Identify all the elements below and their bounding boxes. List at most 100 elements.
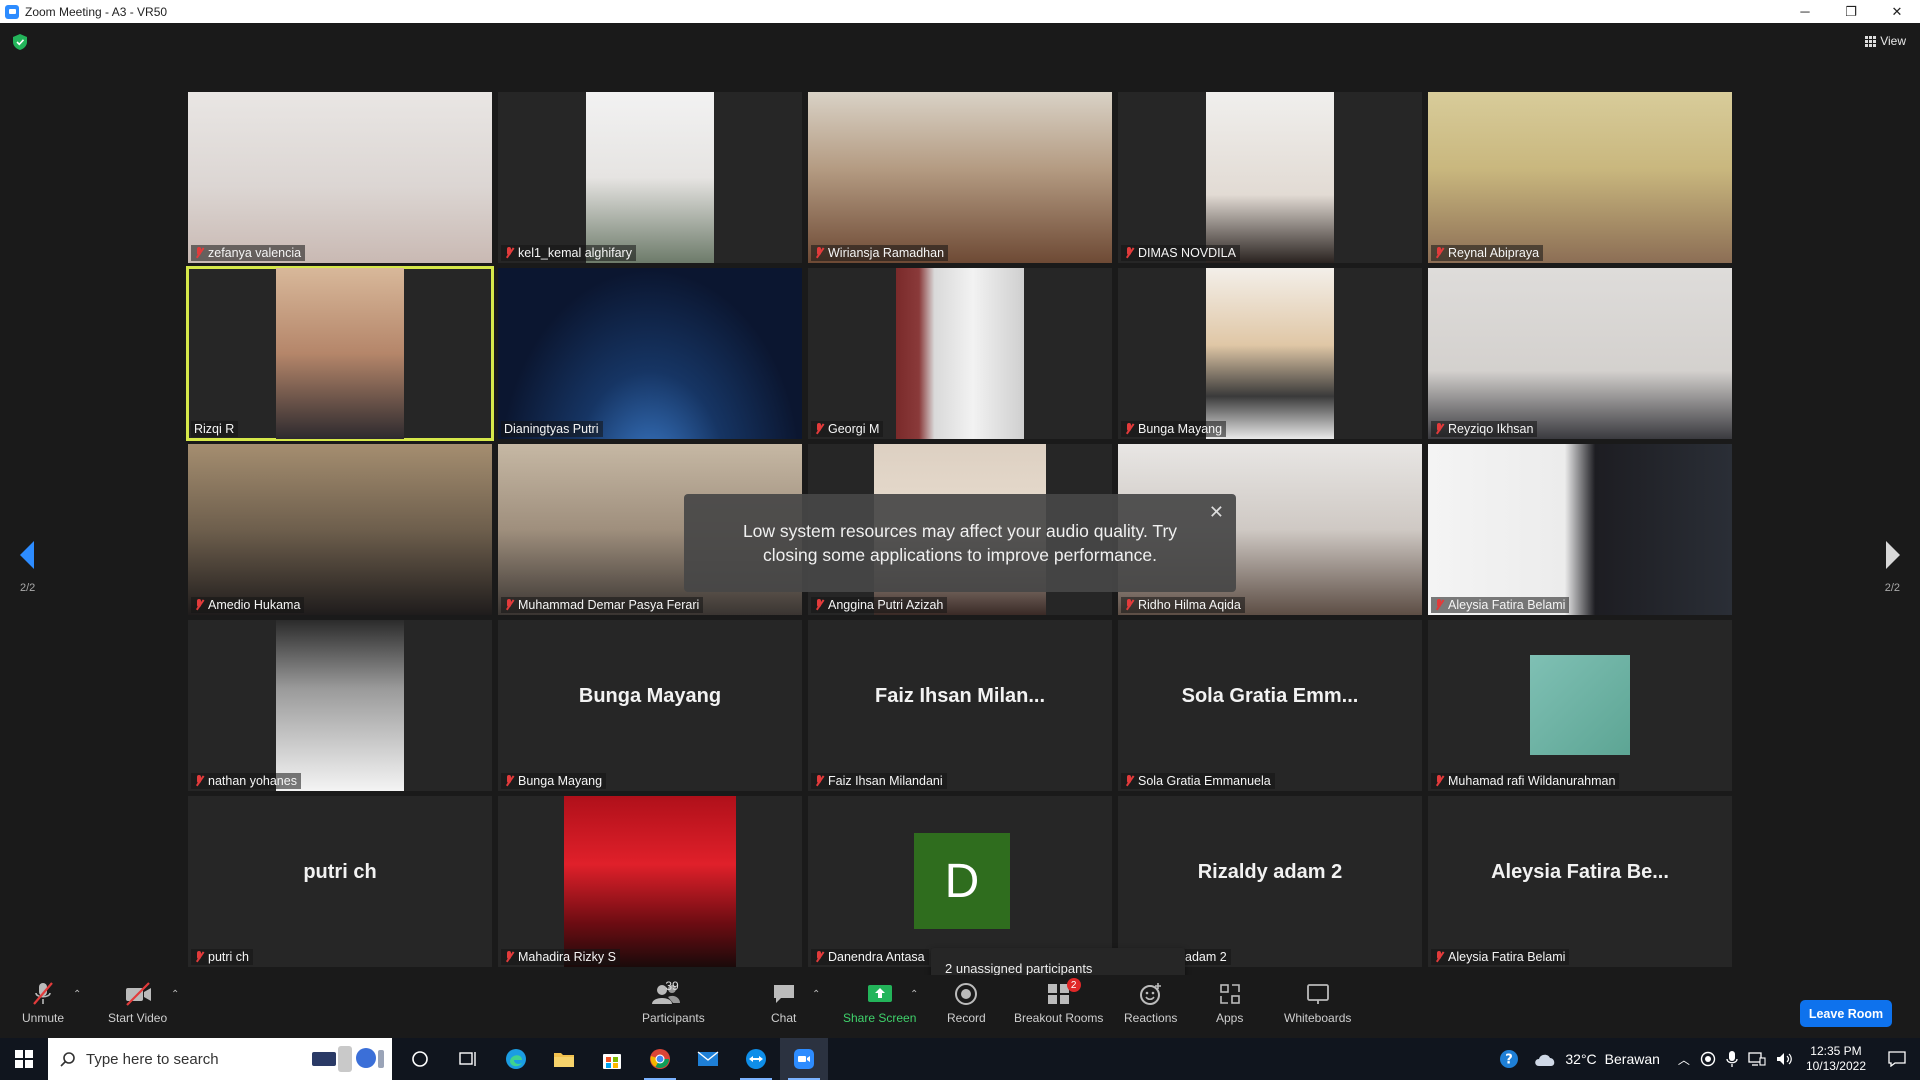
- clock-time: 12:35 PM: [1810, 1044, 1862, 1058]
- show-hidden-icons-chevron-icon[interactable]: ︿: [1678, 1051, 1690, 1068]
- participant-name-label: Mahadira Rizky S: [501, 949, 620, 965]
- breakout-rooms-button[interactable]: 2 Breakout Rooms: [1014, 978, 1104, 1025]
- mail-taskbar-button[interactable]: [684, 1038, 732, 1080]
- participant-tile[interactable]: Sola Gratia Emm... Sola Gratia Emmanuela: [1118, 620, 1422, 791]
- participant-name-label: Wiriansja Ramadhan: [811, 245, 949, 261]
- participant-tile[interactable]: Bunga Mayang Bunga Mayang: [498, 620, 802, 791]
- notification-close-icon[interactable]: ✕: [1209, 500, 1224, 524]
- action-center-button[interactable]: [1882, 1051, 1912, 1067]
- participant-tile[interactable]: DIMAS NOVDILA: [1118, 92, 1422, 263]
- taskbar-search-box[interactable]: Type here to search: [48, 1038, 392, 1080]
- whiteboard-icon: [1306, 984, 1329, 1004]
- cortana-button[interactable]: [396, 1038, 444, 1080]
- participant-tile[interactable]: Reynal Abipraya: [1428, 92, 1732, 263]
- participant-name-label: zefanya valencia: [191, 245, 306, 261]
- share-screen-button[interactable]: Share Screen: [843, 981, 916, 1025]
- taskbar-clock[interactable]: 12:35 PM 10/13/2022: [1806, 1044, 1866, 1074]
- participant-name-text: nathan yohanes: [208, 774, 297, 788]
- participant-name-text: Georgi M: [828, 422, 880, 436]
- tray-icons: ︿: [1678, 1050, 1794, 1068]
- svg-text:?: ?: [1506, 1053, 1514, 1068]
- participant-tile[interactable]: kel1_kemal alghifary: [498, 92, 802, 263]
- minimize-button[interactable]: ─: [1782, 0, 1828, 23]
- participant-tile[interactable]: Aleysia Fatira Be... Aleysia Fatira Belam…: [1428, 796, 1732, 967]
- next-page-arrow-icon[interactable]: [1882, 541, 1902, 569]
- participant-tile[interactable]: nathan yohanes: [188, 620, 492, 791]
- participant-display-name: Faiz Ihsan Milan...: [874, 685, 1046, 707]
- participant-tile[interactable]: Rizqi R: [186, 266, 494, 441]
- chat-label: Chat: [771, 1011, 797, 1025]
- microsoft-store-button[interactable]: [588, 1038, 636, 1080]
- muted-microphone-icon: [194, 775, 204, 787]
- chat-button[interactable]: Chat: [771, 981, 796, 1025]
- edge-taskbar-button[interactable]: [492, 1038, 540, 1080]
- participant-tile[interactable]: Mahadira Rizky S: [498, 796, 802, 967]
- participant-tile[interactable]: putri ch putri ch: [188, 796, 492, 967]
- muted-microphone-icon: [1124, 775, 1134, 787]
- network-icon[interactable]: [1748, 1051, 1766, 1067]
- record-indicator-icon[interactable]: [1700, 1051, 1716, 1067]
- leave-room-button[interactable]: Leave Room: [1800, 1000, 1892, 1027]
- whiteboards-button[interactable]: Whiteboards: [1284, 981, 1351, 1025]
- participant-avatar: D: [914, 833, 1010, 929]
- muted-microphone-icon: [1124, 423, 1134, 435]
- chrome-taskbar-button[interactable]: [636, 1038, 684, 1080]
- breakout-rooms-label: Breakout Rooms: [1014, 1011, 1104, 1025]
- audio-options-caret-icon[interactable]: ⌃: [73, 989, 81, 1000]
- mail-envelope-icon: [697, 1051, 719, 1066]
- share-options-caret-icon[interactable]: ⌃: [910, 989, 918, 1000]
- participant-name-label: Muhamad rafi Wildanurahman: [1431, 773, 1620, 789]
- participant-tile[interactable]: Bunga Mayang: [1118, 268, 1422, 439]
- record-icon: [955, 983, 978, 1005]
- apps-button[interactable]: Apps: [1216, 981, 1243, 1025]
- volume-speaker-icon[interactable]: [1776, 1051, 1794, 1067]
- participant-tile[interactable]: zefanya valencia: [188, 92, 492, 263]
- microphone-tray-icon[interactable]: [1726, 1050, 1738, 1068]
- close-button[interactable]: ✕: [1874, 0, 1920, 23]
- participant-name-label: Aleysia Fatira Belami: [1431, 597, 1570, 613]
- cloud-weather-icon: [1535, 1054, 1555, 1066]
- participant-video: [1428, 268, 1732, 439]
- participant-name-text: Danendra Antasa: [828, 950, 925, 964]
- windows-taskbar: Type here to search ? 32°C Berawan ︿ 12:…: [0, 1038, 1920, 1080]
- chat-options-caret-icon[interactable]: ⌃: [812, 989, 820, 1000]
- grid-view-icon: [1865, 35, 1877, 47]
- previous-page-arrow-icon[interactable]: [18, 541, 38, 569]
- windows-logo-icon: [15, 1050, 33, 1068]
- reactions-button[interactable]: Reactions: [1124, 981, 1177, 1025]
- weather-widget[interactable]: 32°C Berawan: [1533, 1051, 1660, 1067]
- video-options-caret-icon[interactable]: ⌃: [171, 989, 179, 1000]
- help-tray[interactable]: ?: [1499, 1049, 1519, 1069]
- participant-tile[interactable]: Muhamad rafi Wildanurahman: [1428, 620, 1732, 791]
- participant-tile[interactable]: D Danendra Antasa: [808, 796, 1112, 967]
- participant-tile[interactable]: Georgi M: [808, 268, 1112, 439]
- participant-tile[interactable]: Amedio Hukama: [188, 444, 492, 615]
- encryption-shield-icon[interactable]: [13, 34, 27, 50]
- participant-profile-picture: [1530, 655, 1630, 755]
- file-explorer-button[interactable]: [540, 1038, 588, 1080]
- folder-icon: [554, 1053, 574, 1067]
- participant-tile[interactable]: Aleysia Fatira Belami: [1428, 444, 1732, 615]
- task-view-button[interactable]: [444, 1038, 492, 1080]
- view-button[interactable]: View: [1865, 34, 1906, 48]
- participants-button[interactable]: 39 Participants: [642, 979, 705, 1025]
- participant-tile[interactable]: Rizaldy adam 2 adam 2: [1118, 796, 1422, 967]
- unmute-button[interactable]: Unmute: [22, 981, 64, 1025]
- participant-tile[interactable]: Reyziqo Ikhsan: [1428, 268, 1732, 439]
- restore-button[interactable]: ❐: [1828, 0, 1874, 23]
- start-button[interactable]: [0, 1038, 48, 1080]
- zoom-taskbar-button[interactable]: [780, 1038, 828, 1080]
- view-label: View: [1880, 34, 1906, 48]
- participant-name-label: Bunga Mayang: [1121, 421, 1227, 437]
- search-placeholder: Type here to search: [86, 1050, 219, 1068]
- muted-microphone-icon: [504, 247, 514, 259]
- record-button[interactable]: Record: [947, 981, 986, 1025]
- participant-tile[interactable]: Dianingtyas Putri: [498, 268, 802, 439]
- chrome-browser-icon: [650, 1049, 670, 1069]
- muted-microphone-icon: [814, 247, 824, 259]
- participant-tile[interactable]: Faiz Ihsan Milan... Faiz Ihsan Milandani: [808, 620, 1112, 791]
- start-video-button[interactable]: Start Video: [108, 981, 167, 1025]
- participant-tile[interactable]: Wiriansja Ramadhan: [808, 92, 1112, 263]
- whiteboards-label: Whiteboards: [1284, 1011, 1352, 1025]
- teamviewer-taskbar-button[interactable]: [732, 1038, 780, 1080]
